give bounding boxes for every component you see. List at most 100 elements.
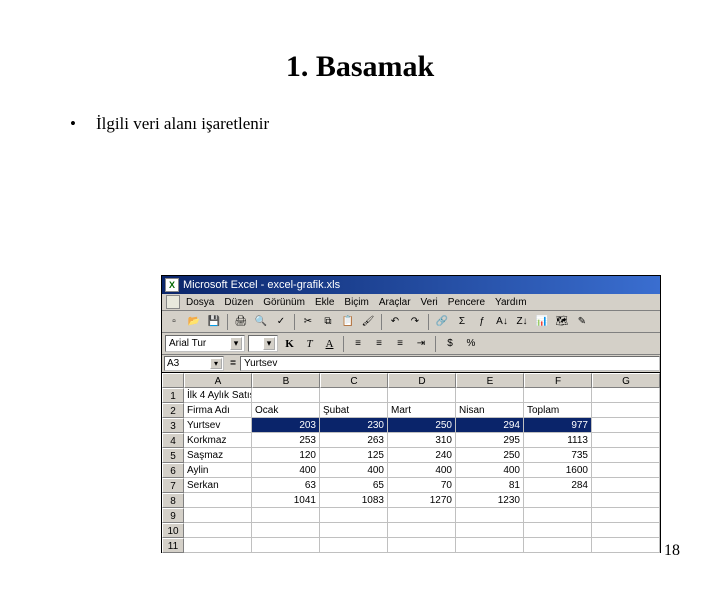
column-header[interactable]: F [524,373,592,388]
cell[interactable]: 977 [524,418,592,433]
cell[interactable]: 284 [524,478,592,493]
cell[interactable]: 70 [388,478,456,493]
column-header[interactable]: G [592,373,660,388]
cell[interactable] [388,388,456,403]
cell[interactable] [592,433,660,448]
cell[interactable] [320,538,388,553]
cell[interactable]: 203 [252,418,320,433]
autosum-icon[interactable]: Σ [453,313,471,331]
equals-icon[interactable]: = [226,358,240,369]
cell[interactable]: Şubat [320,403,388,418]
cell[interactable]: Korkmaz [184,433,252,448]
print-icon[interactable]: 🖨 [232,313,250,331]
cell[interactable] [592,403,660,418]
menu-format[interactable]: Biçim [344,297,368,308]
cell[interactable] [320,388,388,403]
italic-button[interactable]: T [301,335,318,352]
menu-help[interactable]: Yardım [495,297,527,308]
row-header[interactable]: 6 [162,463,184,478]
align-center-icon[interactable]: ≡ [370,335,388,353]
cell[interactable]: İlk 4 Aylık Satışlar [184,388,252,403]
cell[interactable]: 125 [320,448,388,463]
cell[interactable] [252,508,320,523]
function-icon[interactable]: ƒ [473,313,491,331]
cell[interactable]: 263 [320,433,388,448]
select-all-corner[interactable] [162,373,184,388]
cell[interactable]: 400 [252,463,320,478]
titlebar[interactable]: X Microsoft Excel - excel-grafik.xls [162,276,660,294]
bold-button[interactable]: K [281,335,298,352]
cell[interactable] [252,523,320,538]
cell[interactable] [456,538,524,553]
menu-tools[interactable]: Araçlar [379,297,411,308]
spellcheck-icon[interactable]: ✓ [272,313,290,331]
cell[interactable]: 1270 [388,493,456,508]
row-header[interactable]: 7 [162,478,184,493]
cell[interactable]: 250 [456,448,524,463]
print-preview-icon[interactable]: 🔍 [252,313,270,331]
cell[interactable]: Saşmaz [184,448,252,463]
cell[interactable]: 295 [456,433,524,448]
sort-desc-icon[interactable]: Z↓ [513,313,531,331]
cell[interactable]: Toplam [524,403,592,418]
cell[interactable]: 1113 [524,433,592,448]
cell[interactable] [592,493,660,508]
cell[interactable]: 230 [320,418,388,433]
paste-icon[interactable]: 📋 [339,313,357,331]
row-header[interactable]: 3 [162,418,184,433]
row-header[interactable]: 11 [162,538,184,553]
row-header[interactable]: 2 [162,403,184,418]
row-header[interactable]: 1 [162,388,184,403]
cell[interactable]: 310 [388,433,456,448]
sort-asc-icon[interactable]: A↓ [493,313,511,331]
redo-icon[interactable]: ↷ [406,313,424,331]
menu-view[interactable]: Görünüm [263,297,305,308]
cell[interactable]: 253 [252,433,320,448]
cell[interactable] [184,493,252,508]
menu-edit[interactable]: Düzen [224,297,253,308]
formula-input[interactable]: Yurtsev [240,356,660,371]
cell[interactable] [592,523,660,538]
cell[interactable] [592,508,660,523]
row-header[interactable]: 8 [162,493,184,508]
cell[interactable]: Yurtsev [184,418,252,433]
menu-insert[interactable]: Ekle [315,297,334,308]
row-header[interactable]: 4 [162,433,184,448]
cell[interactable] [456,388,524,403]
align-right-icon[interactable]: ≡ [391,335,409,353]
cell[interactable] [456,508,524,523]
cell[interactable]: 63 [252,478,320,493]
cell[interactable]: 1083 [320,493,388,508]
cell[interactable] [388,508,456,523]
align-left-icon[interactable]: ≡ [349,335,367,353]
menu-window[interactable]: Pencere [448,297,485,308]
cell[interactable] [252,538,320,553]
cut-icon[interactable]: ✂ [299,313,317,331]
cell[interactable]: Ocak [252,403,320,418]
currency-icon[interactable]: $ [441,335,459,353]
cell[interactable] [592,388,660,403]
column-header[interactable]: B [252,373,320,388]
cell[interactable] [524,388,592,403]
save-icon[interactable]: 💾 [205,313,223,331]
column-header[interactable]: C [320,373,388,388]
font-size-combo[interactable] [248,335,278,352]
cell[interactable] [524,538,592,553]
font-name-combo[interactable]: Arial Tur [165,335,245,352]
map-icon[interactable]: 🗺 [553,313,571,331]
cell[interactable]: 1600 [524,463,592,478]
cell[interactable] [592,538,660,553]
open-icon[interactable]: 📂 [185,313,203,331]
chart-wizard-icon[interactable]: 📊 [533,313,551,331]
cell[interactable]: 120 [252,448,320,463]
cell[interactable] [592,418,660,433]
cell[interactable]: 735 [524,448,592,463]
column-header[interactable]: E [456,373,524,388]
cell[interactable] [456,523,524,538]
cell[interactable]: 65 [320,478,388,493]
cell[interactable]: 400 [456,463,524,478]
cell[interactable] [524,493,592,508]
format-painter-icon[interactable]: 🖌 [359,313,377,331]
cell[interactable]: 1230 [456,493,524,508]
cell[interactable]: 400 [388,463,456,478]
